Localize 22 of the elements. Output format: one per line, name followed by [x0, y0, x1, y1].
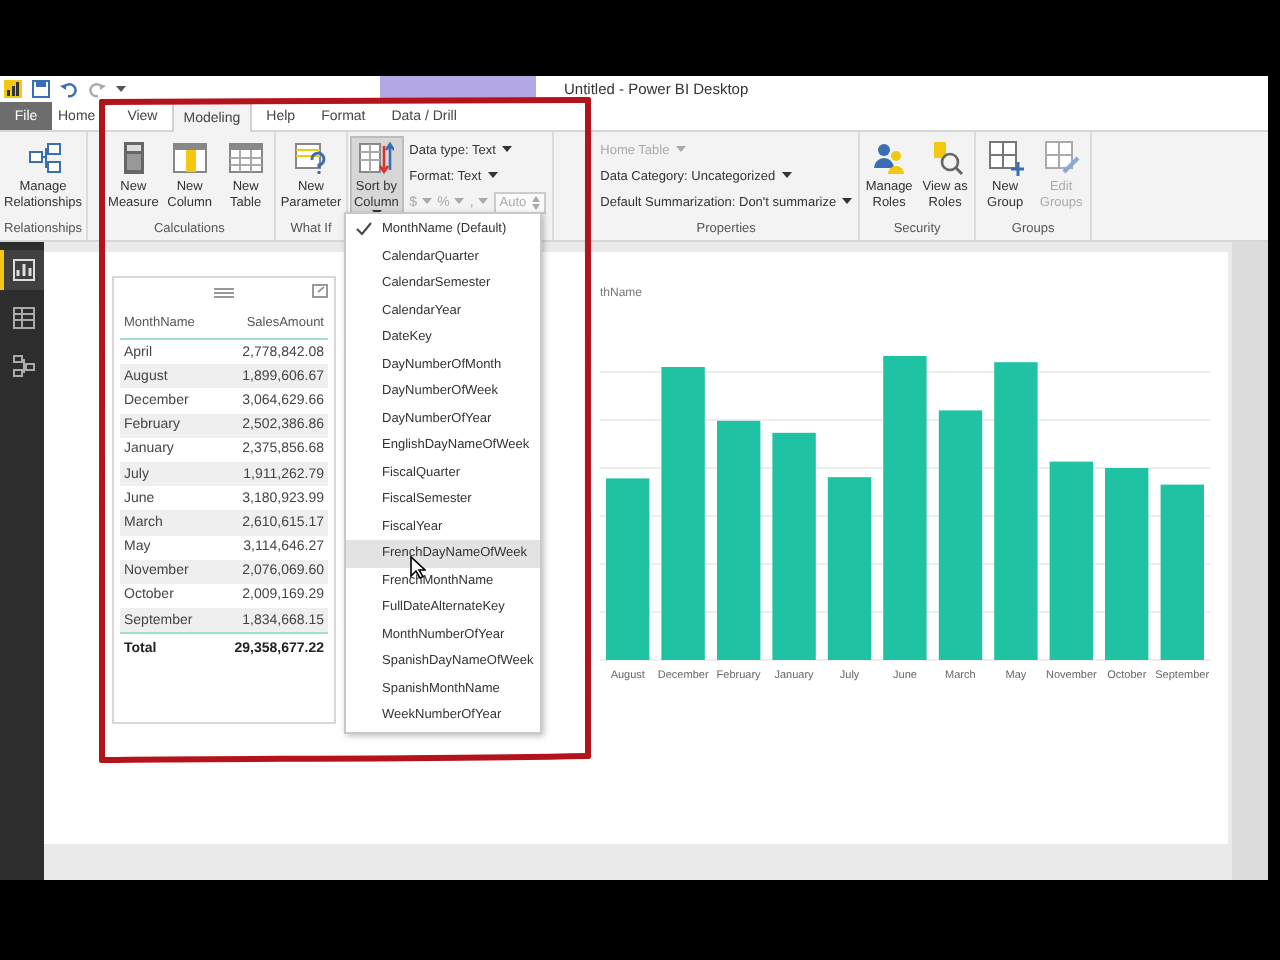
grid-plus-icon: [987, 140, 1024, 176]
people-icon: [871, 140, 908, 176]
power-bi-logo: [4, 80, 22, 98]
save-icon[interactable]: [32, 80, 50, 98]
view-button[interactable]: [0, 250, 44, 290]
caret-icon: [477, 198, 488, 206]
report-icon: [12, 258, 36, 282]
sort-icon: [358, 140, 395, 176]
caret-icon[interactable]: [116, 85, 126, 93]
scrollbar[interactable]: [1232, 242, 1268, 880]
undo-icon[interactable]: [60, 80, 78, 98]
caret-icon: [421, 198, 432, 206]
relationships-icon: [25, 140, 62, 176]
model-icon: [12, 354, 36, 378]
caret-icon: [453, 198, 464, 206]
table-icon: [227, 140, 264, 176]
table-icon: [12, 306, 36, 330]
focus-mode-icon[interactable]: [312, 284, 328, 298]
grid-pencil-icon: [1043, 140, 1080, 176]
parameter-icon: [293, 140, 329, 176]
table-column-icon: [171, 140, 208, 176]
drag-handle-icon[interactable]: [214, 287, 234, 297]
